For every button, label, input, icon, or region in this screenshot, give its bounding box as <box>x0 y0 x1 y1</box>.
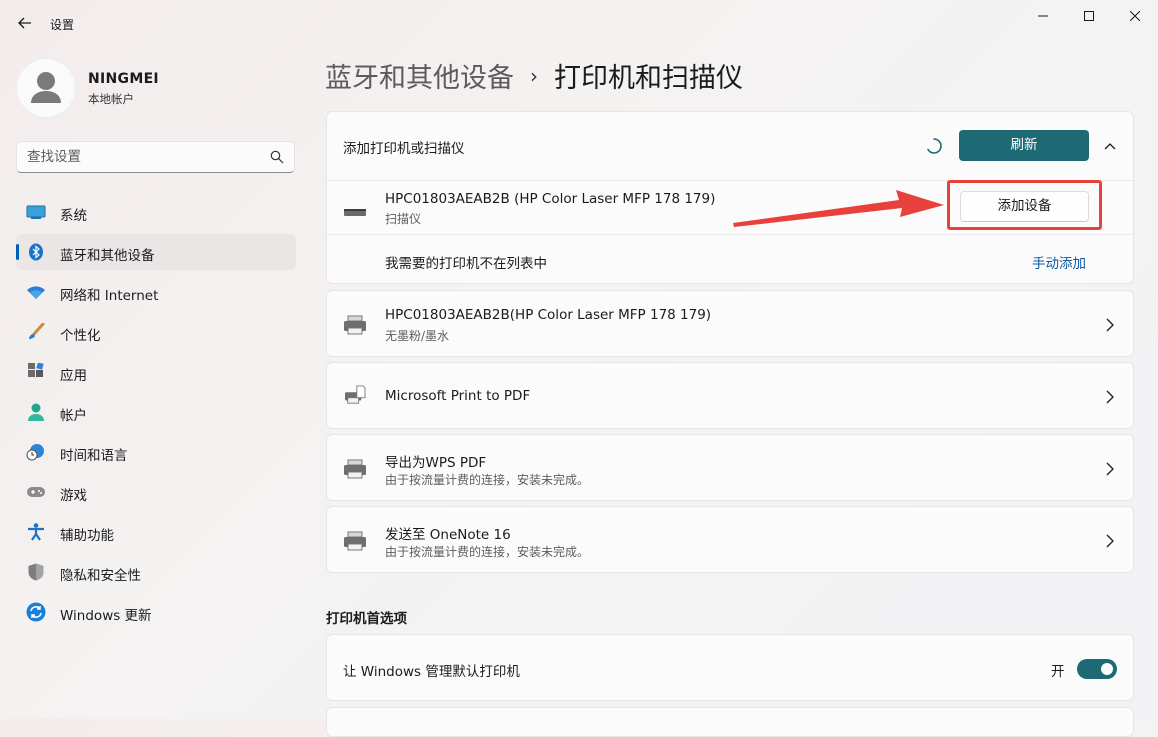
manual-add-row: 我需要的打印机不在列表中 手动添加 <box>327 235 1133 284</box>
scanner-icon <box>344 209 366 216</box>
user-avatar-icon <box>31 72 61 103</box>
sidebar-item-accessibility[interactable]: 辅助功能 <box>16 514 296 550</box>
toggle-state-label: 开 <box>1051 664 1065 680</box>
breadcrumb-parent[interactable]: 蓝牙和其他设备 <box>325 63 514 94</box>
sidebar-item-label: 应用 <box>60 368 87 384</box>
refresh-button[interactable]: 刷新 <box>959 130 1089 161</box>
account-type: 本地帐户 <box>88 92 134 106</box>
printer-name: HPC01803AEAB2B(HP Color Laser MFP 178 17… <box>385 307 712 323</box>
chevron-up-icon[interactable] <box>1104 142 1116 150</box>
sidebar-item-label: 系统 <box>60 208 87 224</box>
found-device-type: 扫描仪 <box>385 212 422 226</box>
sidebar-item-privacy[interactable]: 隐私和安全性 <box>16 554 296 590</box>
sidebar-item-label: 游戏 <box>60 488 87 504</box>
chevron-right-icon <box>1106 534 1114 548</box>
breadcrumb: 蓝牙和其他设备 › 打印机和扫描仪 <box>325 56 743 95</box>
sidebar-nav: 系统 蓝牙和其他设备 网络和 Internet 个性化 应用 帐户 时间和语言 … <box>16 194 296 634</box>
search-icon[interactable] <box>270 150 284 164</box>
printer-item[interactable]: 导出为WPS PDF 由于按流量计费的连接，安装未完成。 <box>326 434 1134 501</box>
found-device-name: HPC01803AEAB2B (HP Color Laser MFP 178 1… <box>385 191 716 207</box>
title-bar: 设置 <box>0 0 1158 48</box>
sidebar-item-label: 时间和语言 <box>60 448 128 464</box>
maximize-button[interactable] <box>1066 0 1112 32</box>
maximize-icon <box>1084 11 1094 21</box>
search-box[interactable] <box>16 141 295 173</box>
default-printer-label: 让 Windows 管理默认打印机 <box>343 664 520 680</box>
sidebar-item-label: 个性化 <box>60 328 101 344</box>
printer-status: 由于按流量计费的连接，安装未完成。 <box>385 473 590 487</box>
loading-spinner-icon <box>927 138 942 154</box>
sidebar-item-label: 隐私和安全性 <box>60 568 141 584</box>
wifi-icon <box>26 283 46 301</box>
breadcrumb-separator: › <box>530 64 538 88</box>
preferences-section-title: 打印机首选项 <box>326 611 407 627</box>
accessibility-icon <box>26 523 46 541</box>
back-arrow-icon <box>18 17 31 29</box>
sidebar-item-label: 网络和 Internet <box>60 288 159 304</box>
annotation-highlight-box <box>947 180 1102 230</box>
sidebar-item-label: 蓝牙和其他设备 <box>60 248 155 264</box>
manual-add-text: 我需要的打印机不在列表中 <box>385 256 547 272</box>
gamepad-icon <box>26 483 46 501</box>
pdf-printer-icon <box>345 385 366 404</box>
system-icon <box>26 203 46 221</box>
apps-icon <box>26 363 46 381</box>
printer-item[interactable]: HPC01803AEAB2B(HP Color Laser MFP 178 17… <box>326 290 1134 357</box>
default-printer-toggle[interactable] <box>1077 659 1117 679</box>
printer-icon <box>344 531 366 551</box>
sidebar-item-network[interactable]: 网络和 Internet <box>16 274 296 310</box>
printer-status: 由于按流量计费的连接，安装未完成。 <box>385 545 590 559</box>
manual-add-link[interactable]: 手动添加 <box>1032 252 1086 272</box>
page-title: 打印机和扫描仪 <box>554 63 743 94</box>
sidebar-item-bluetooth[interactable]: 蓝牙和其他设备 <box>16 234 296 270</box>
person-icon <box>26 403 46 421</box>
chevron-right-icon <box>1106 390 1114 404</box>
bluetooth-icon <box>26 243 46 261</box>
chevron-right-icon <box>1106 318 1114 332</box>
close-icon <box>1130 11 1140 21</box>
sidebar-item-windows-update[interactable]: Windows 更新 <box>16 594 296 630</box>
back-button[interactable] <box>12 10 38 36</box>
printer-status: 无墨粉/墨水 <box>385 329 450 343</box>
brush-icon <box>26 323 46 341</box>
printer-name: Microsoft Print to PDF <box>385 388 531 404</box>
sidebar-item-label: Windows 更新 <box>60 608 152 624</box>
printer-icon <box>344 459 366 479</box>
add-printer-header[interactable]: 添加打印机或扫描仪 刷新 <box>327 112 1133 180</box>
sidebar-item-accounts[interactable]: 帐户 <box>16 394 296 430</box>
printer-item[interactable]: Microsoft Print to PDF <box>326 362 1134 429</box>
close-button[interactable] <box>1112 0 1158 32</box>
printer-icon <box>344 315 366 335</box>
annotation-arrow-icon <box>733 190 944 227</box>
sidebar-item-personalization[interactable]: 个性化 <box>16 314 296 350</box>
minimize-button[interactable] <box>1020 0 1066 32</box>
sidebar-item-system[interactable]: 系统 <box>16 194 296 230</box>
sidebar-item-label: 辅助功能 <box>60 528 114 544</box>
avatar[interactable] <box>16 58 76 118</box>
sidebar-item-label: 帐户 <box>60 408 87 424</box>
printer-name: 发送至 OneNote 16 <box>385 527 511 543</box>
chevron-right-icon <box>1106 462 1114 476</box>
sidebar-item-apps[interactable]: 应用 <box>16 354 296 390</box>
app-title: 设置 <box>50 18 75 32</box>
globe-clock-icon <box>26 443 46 461</box>
default-printer-setting-row: 让 Windows 管理默认打印机 开 <box>326 634 1134 701</box>
shield-icon <box>26 563 46 581</box>
next-setting-row[interactable] <box>326 707 1134 737</box>
printer-name: 导出为WPS PDF <box>385 455 487 471</box>
minimize-icon <box>1038 15 1048 17</box>
sidebar-item-gaming[interactable]: 游戏 <box>16 474 296 510</box>
printer-item[interactable]: 发送至 OneNote 16 由于按流量计费的连接，安装未完成。 <box>326 506 1134 573</box>
sidebar-item-time-language[interactable]: 时间和语言 <box>16 434 296 470</box>
add-printer-title: 添加打印机或扫描仪 <box>343 141 465 157</box>
search-input[interactable] <box>27 149 257 165</box>
update-icon <box>26 602 46 622</box>
user-name: NINGMEI <box>88 71 159 87</box>
